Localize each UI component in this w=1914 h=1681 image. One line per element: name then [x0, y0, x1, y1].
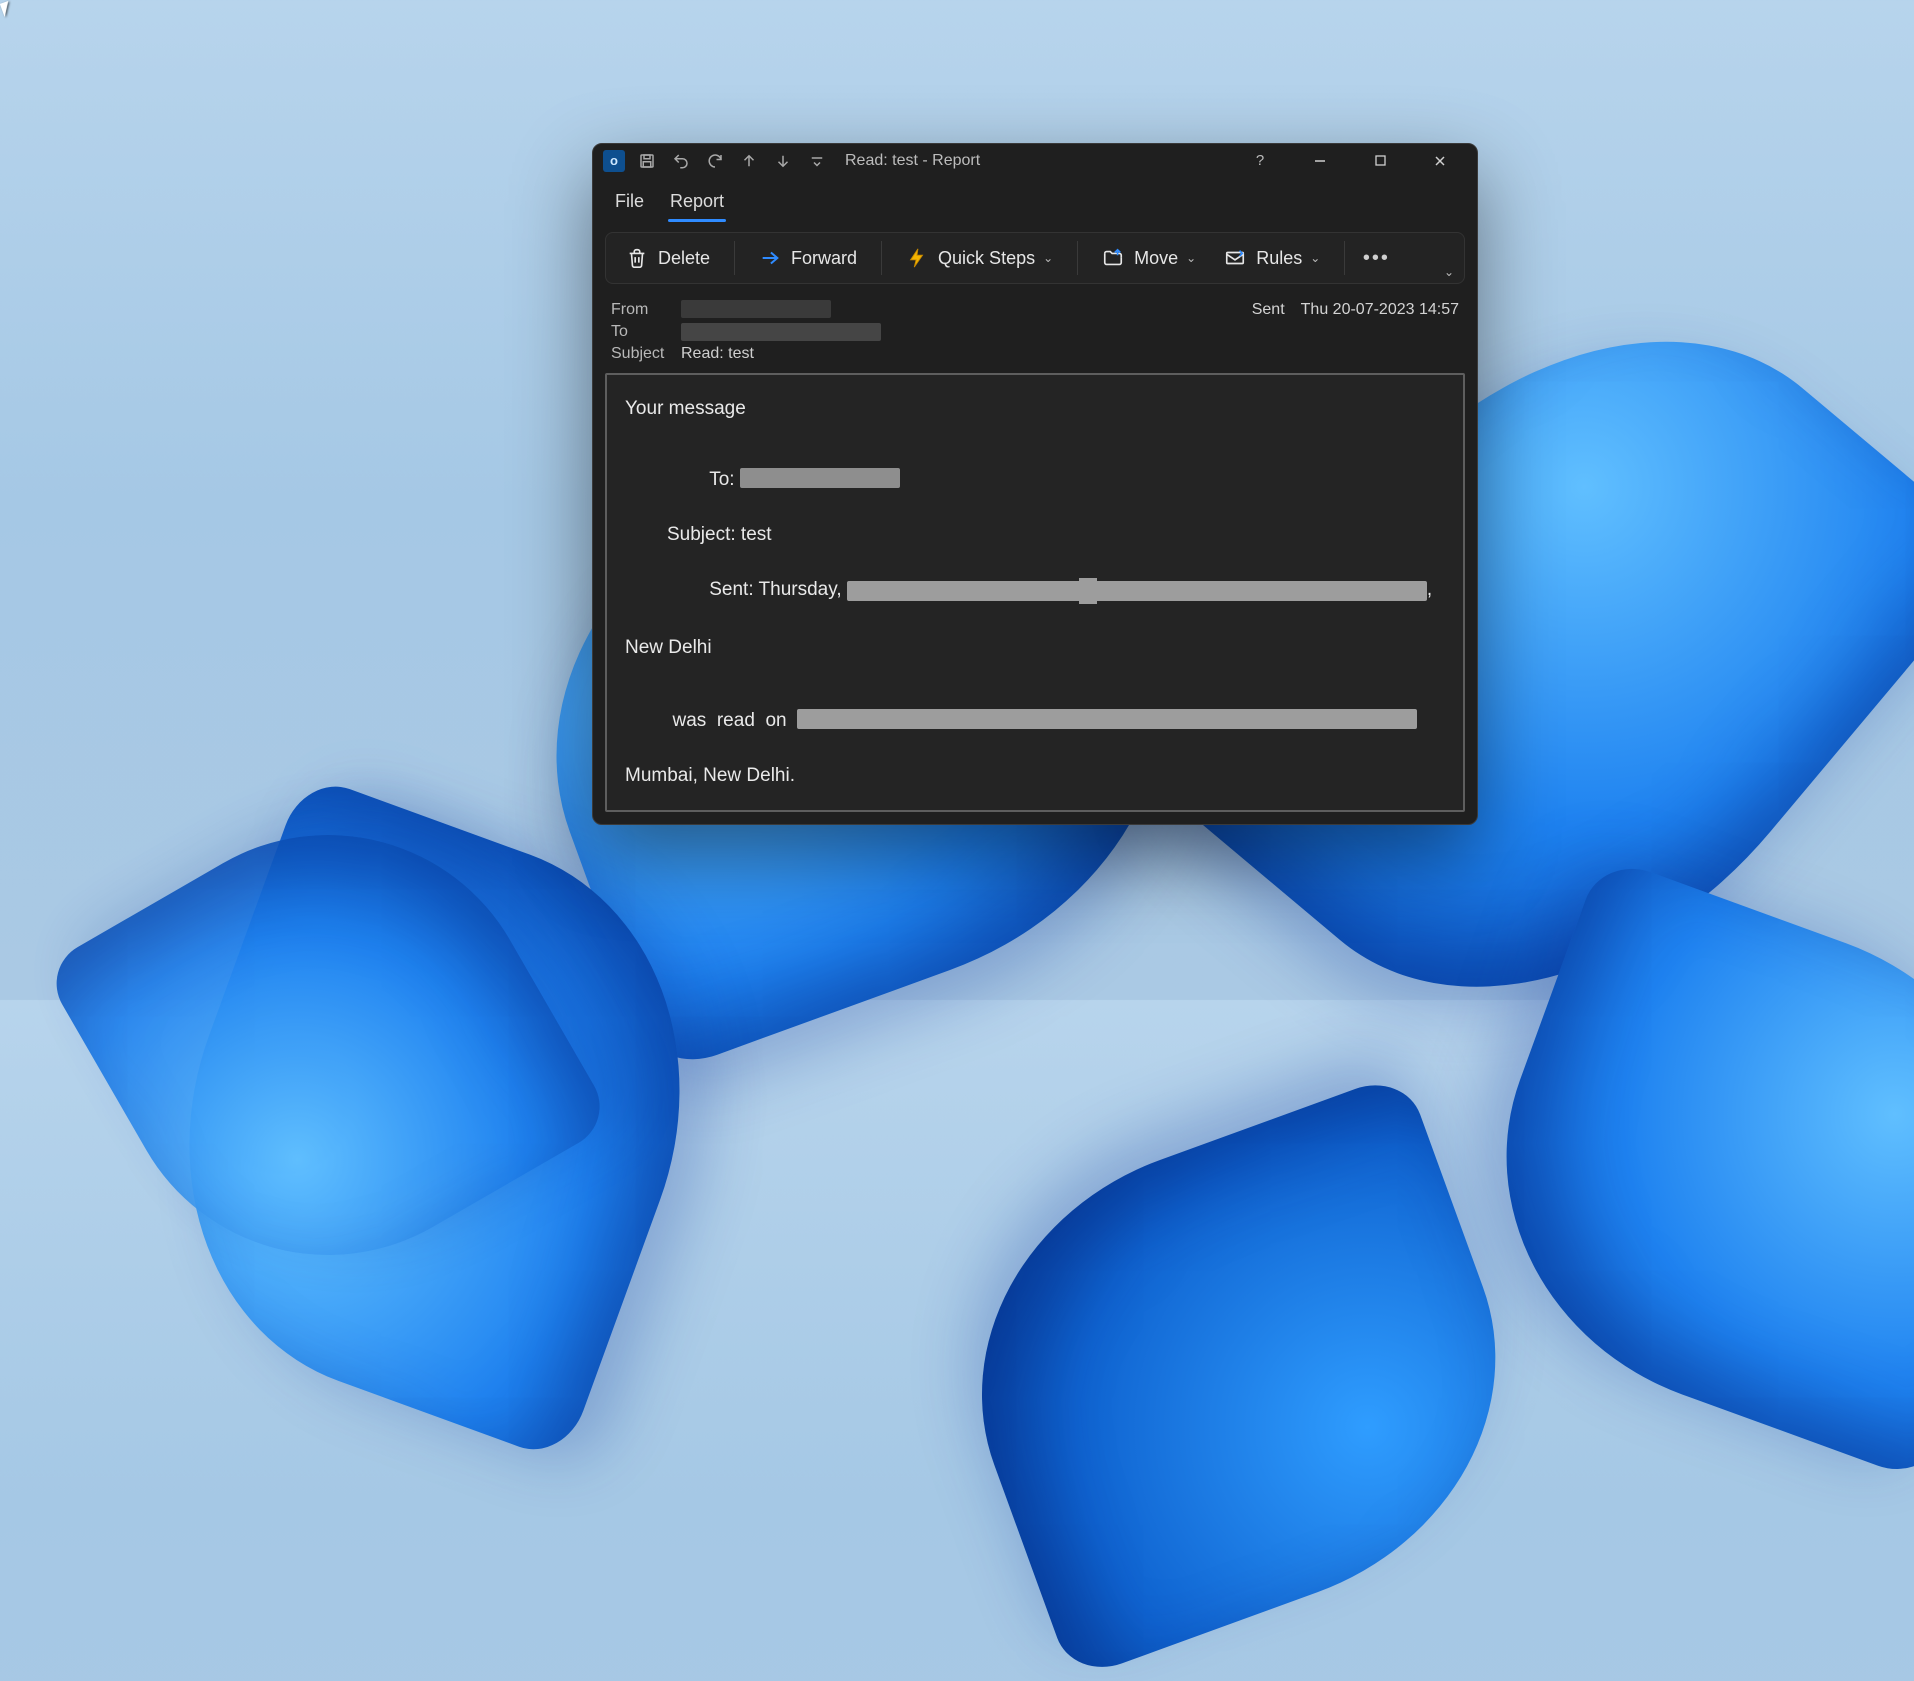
forward-label: Forward [791, 248, 857, 269]
body-to-line: To: [625, 438, 1445, 521]
from-value [681, 300, 1252, 318]
ellipsis-icon: ••• [1365, 247, 1387, 269]
subject-value: Read: test [681, 345, 1459, 363]
rules-button[interactable]: Rules ⌄ [1214, 239, 1330, 277]
move-label: Move [1134, 248, 1178, 269]
more-commands-button[interactable]: ••• [1359, 239, 1393, 277]
chevron-down-icon: ⌄ [1043, 251, 1053, 265]
ribbon-collapse-icon[interactable]: ⌄ [1444, 265, 1454, 279]
move-button[interactable]: Move ⌄ [1092, 239, 1206, 277]
body-sent-line: Sent: Thursday, , [625, 549, 1445, 635]
minimize-button[interactable] [1303, 147, 1337, 175]
forward-button[interactable]: Forward [749, 239, 867, 277]
subject-label: Subject [611, 345, 681, 363]
rules-icon [1224, 247, 1246, 269]
undo-icon[interactable] [669, 149, 693, 173]
message-content: From Sent Thu 20-07-2023 14:57 To Subjec… [605, 298, 1465, 812]
next-item-icon[interactable] [771, 149, 795, 173]
quick-steps-button[interactable]: Quick Steps ⌄ [896, 239, 1063, 277]
lightning-icon [906, 247, 928, 269]
body-your-message: Your message [625, 395, 1445, 423]
body-subject-line: Subject: test [625, 521, 1445, 549]
tab-report[interactable]: Report [668, 183, 726, 222]
to-label: To [611, 323, 681, 341]
titlebar[interactable]: o Read: test - Report ? [593, 144, 1477, 177]
chevron-down-icon: ⌄ [1310, 251, 1320, 265]
body-mumbai-line: Mumbai, New Delhi. [625, 762, 1445, 790]
mouse-cursor [0, 1, 13, 17]
trash-icon [626, 247, 648, 269]
from-label: From [611, 301, 681, 319]
body-read-on-line: was read on [625, 680, 1445, 763]
window-title: Read: test - Report [839, 152, 1233, 170]
to-value [681, 323, 1459, 341]
move-folder-icon [1102, 247, 1124, 269]
chevron-down-icon: ⌄ [1186, 251, 1196, 265]
outlook-app-icon: o [603, 150, 625, 172]
delete-label: Delete [658, 248, 710, 269]
quick-steps-label: Quick Steps [938, 248, 1035, 269]
outlook-read-receipt-window: o Read: test - Report ? [592, 143, 1478, 825]
maximize-button[interactable] [1363, 147, 1397, 175]
help-button[interactable]: ? [1243, 147, 1277, 175]
ribbon: Delete Forward Quick Steps ⌄ Move ⌄ [605, 232, 1465, 284]
sent-label: Sent [1252, 301, 1285, 319]
close-button[interactable] [1423, 147, 1457, 175]
tab-file[interactable]: File [613, 183, 646, 222]
message-body[interactable]: Your message To: Subject: test Sent: Thu… [605, 373, 1465, 812]
ribbon-tabs: File Report [593, 177, 1477, 222]
rules-label: Rules [1256, 248, 1302, 269]
delete-button[interactable]: Delete [616, 239, 720, 277]
redo-icon[interactable] [703, 149, 727, 173]
body-new-delhi: New Delhi [625, 634, 1445, 662]
forward-arrow-icon [759, 247, 781, 269]
save-icon[interactable] [635, 149, 659, 173]
previous-item-icon[interactable] [737, 149, 761, 173]
sent-value: Thu 20-07-2023 14:57 [1301, 301, 1459, 319]
qat-customize-icon[interactable] [805, 149, 829, 173]
